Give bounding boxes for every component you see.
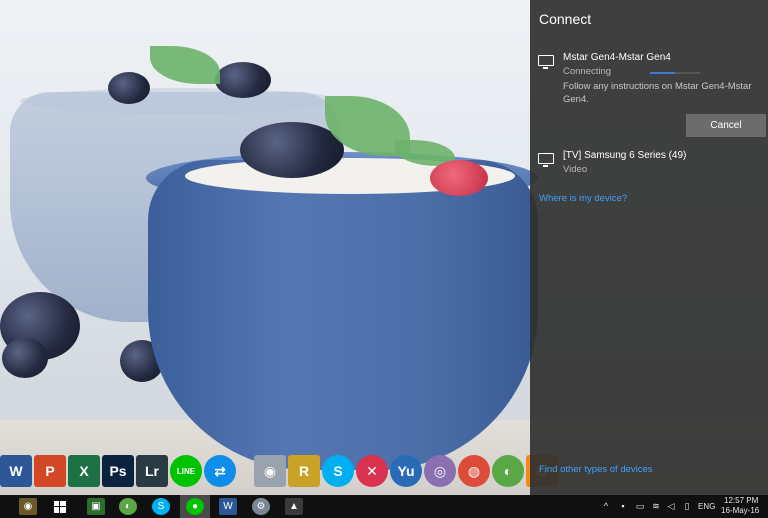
word-icon[interactable]: W	[0, 455, 32, 487]
flyout-title: Connect	[539, 11, 592, 27]
where-is-my-device-link[interactable]: Where is my device?	[539, 193, 627, 204]
word-taskbar-icon[interactable]: W	[219, 498, 237, 515]
desktop-dock: WPXPsLrLINE⇄◉RS✕Yu◎◍◐G	[0, 454, 558, 488]
notification-icon[interactable]: ▯	[681, 500, 693, 512]
device-name: [TV] Samsung 6 Series (49)	[563, 150, 687, 161]
monitor-icon	[538, 55, 554, 69]
device-instructions: Follow any instructions on Mstar Gen4-Ms…	[563, 81, 752, 105]
chrome-icon[interactable]: ◍	[458, 455, 490, 487]
cancel-button[interactable]: Cancel	[686, 114, 766, 137]
app-red-icon[interactable]: ✕	[356, 455, 388, 487]
powerpoint-icon[interactable]: P	[34, 455, 66, 487]
volume-icon[interactable]: ◁	[665, 500, 677, 512]
photos-taskbar-icon[interactable]: ▲	[285, 498, 303, 515]
disc-icon[interactable]: ◎	[424, 455, 456, 487]
mint-leaf	[150, 46, 220, 84]
skype-icon[interactable]: S	[322, 455, 354, 487]
blackberry	[240, 122, 344, 178]
battery-icon[interactable]: ▭	[634, 500, 646, 512]
line-taskbar-icon[interactable]: ●	[186, 498, 204, 515]
settings-taskbar-icon[interactable]: ⚙	[252, 498, 270, 515]
berry	[215, 62, 271, 98]
coccoc-icon[interactable]: ◐	[492, 455, 524, 487]
device-status: Connecting	[563, 66, 612, 77]
monitor-icon	[538, 153, 554, 167]
find-other-devices-link[interactable]: Find other types of devices	[539, 464, 653, 475]
windows-logo-icon	[54, 500, 66, 513]
teamviewer-icon[interactable]: ⇄	[204, 455, 236, 487]
app-green-icon[interactable]: ▣	[87, 498, 105, 515]
device-name: Mstar Gen4-Mstar Gen4	[563, 52, 671, 63]
progress-fill	[650, 72, 675, 74]
start-icon[interactable]	[51, 498, 69, 515]
lightroom-icon[interactable]: Lr	[136, 455, 168, 487]
excel-icon[interactable]: X	[68, 455, 100, 487]
taskbar: ◉ ▣ ◐ S ● W ⚙ ▲ ^ ▪ ▭ ≋ ◁ ▯ ENG 12:57 PM…	[0, 495, 768, 518]
device-status: Video	[563, 164, 588, 175]
tripadvisor-icon[interactable]: ◉	[19, 498, 37, 515]
raspberry	[430, 160, 488, 196]
line-icon[interactable]: LINE	[170, 455, 202, 487]
connecting-progress-bar	[650, 72, 700, 74]
connect-flyout: Connect Mstar Gen4-Mstar Gen4 Connecting…	[530, 0, 768, 495]
berry	[108, 72, 150, 104]
wifi-icon[interactable]: ≋	[650, 500, 662, 512]
front-bowl	[148, 160, 538, 470]
camera-icon[interactable]: ◉	[254, 455, 286, 487]
chevron-up-icon[interactable]: ^	[600, 500, 612, 512]
device-item-samsung[interactable]: [TV] Samsung 6 Series (49) Video	[538, 150, 764, 180]
skype-taskbar-icon[interactable]: S	[152, 498, 170, 515]
clock-time[interactable]: 12:57 PM	[724, 496, 758, 505]
clock-date[interactable]: 16-May-16	[721, 506, 759, 515]
tray-app-icon[interactable]: ▪	[617, 500, 629, 512]
berry	[2, 338, 48, 378]
winrar-icon[interactable]: R	[288, 455, 320, 487]
device-item-mstar[interactable]: Mstar Gen4-Mstar Gen4 Connecting Follow …	[538, 52, 764, 112]
yu-icon[interactable]: Yu	[390, 455, 422, 487]
language-indicator[interactable]: ENG	[698, 502, 715, 511]
photoshop-icon[interactable]: Ps	[102, 455, 134, 487]
coccoc-taskbar-icon[interactable]: ◐	[119, 498, 137, 515]
